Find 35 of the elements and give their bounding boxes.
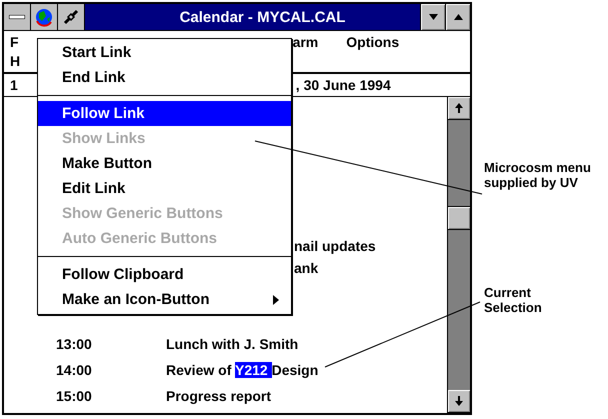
date-text: , 30 June 1994 xyxy=(296,77,391,93)
menu-bar-item[interactable]: F xyxy=(10,34,19,50)
appointment-text[interactable]: Review of Y212 Design xyxy=(166,362,318,378)
appointment-text[interactable]: ank xyxy=(294,260,318,276)
vertical-scrollbar[interactable] xyxy=(447,97,470,413)
scroll-down-button[interactable] xyxy=(448,390,470,413)
dash-icon xyxy=(9,15,25,19)
appointment-text[interactable]: Progress report xyxy=(166,388,272,404)
system-menu-button[interactable] xyxy=(4,4,31,30)
scroll-thumb[interactable] xyxy=(448,206,470,230)
time-label: 14:00 xyxy=(55,362,93,378)
appointment-text[interactable]: nail updates xyxy=(294,238,376,254)
minimize-button[interactable] xyxy=(420,4,445,30)
callout-text: Current Selection xyxy=(484,285,543,315)
submenu-arrow-icon xyxy=(273,294,279,304)
maximize-button[interactable] xyxy=(445,4,470,30)
link-button[interactable] xyxy=(58,4,85,30)
menu-bar-item[interactable]: H xyxy=(10,52,20,68)
time-label: 13:00 xyxy=(55,336,93,352)
down-triangle-icon xyxy=(428,14,438,20)
menu-item[interactable]: Follow Link xyxy=(38,101,291,126)
up-arrow-icon xyxy=(455,103,463,113)
globe-button[interactable] xyxy=(31,4,58,30)
menu-bar-item[interactable]: arm xyxy=(292,34,318,50)
up-triangle-icon xyxy=(454,14,462,20)
menu-bar-item[interactable]: Options xyxy=(346,34,400,50)
window-title: Calendar - MYCAL.CAL xyxy=(178,8,346,28)
globe-icon xyxy=(34,7,54,27)
down-arrow-icon xyxy=(455,396,463,406)
time-label: 15:00 xyxy=(55,388,93,404)
date-text: 1 xyxy=(10,77,18,93)
appointment-text[interactable]: Lunch with J. Smith xyxy=(166,336,298,352)
scroll-up-button[interactable] xyxy=(448,97,470,120)
callout-text: Microcosm menu supplied by UV xyxy=(484,160,592,190)
chain-link-icon xyxy=(62,8,80,26)
